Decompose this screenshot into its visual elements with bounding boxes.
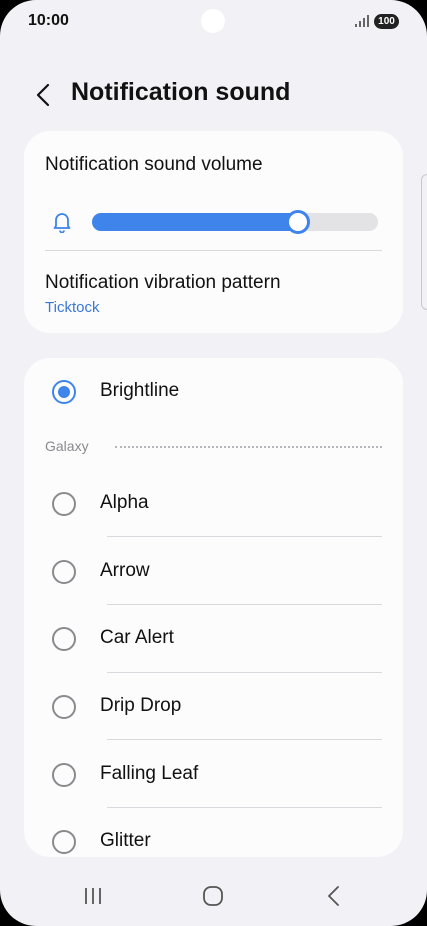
sound-item-arrow[interactable]: Arrow	[24, 538, 403, 604]
status-bar: 10:00 100	[0, 0, 427, 44]
back-icon	[328, 886, 339, 906]
sound-item-alpha[interactable]: Alpha	[24, 470, 403, 536]
sound-label: Alpha	[100, 492, 149, 513]
bell-icon	[53, 213, 71, 233]
section-header-galaxy: Galaxy	[45, 438, 382, 458]
radio-button[interactable]	[52, 560, 76, 584]
radio-button[interactable]	[52, 627, 76, 651]
radio-button[interactable]	[52, 492, 76, 516]
recent-apps-icon	[85, 888, 101, 904]
slider-fill	[92, 213, 298, 231]
radio-button[interactable]	[52, 763, 76, 787]
radio-button[interactable]	[52, 830, 76, 854]
slider-thumb[interactable]	[285, 210, 310, 234]
status-time: 10:00	[28, 12, 69, 29]
sound-label: Brightline	[100, 380, 180, 401]
recent-apps-button[interactable]	[73, 880, 113, 912]
vibration-pattern-row[interactable]: Notification vibration pattern Ticktock	[24, 259, 403, 325]
sound-item-drip-drop[interactable]: Drip Drop	[24, 673, 403, 739]
radio-selected[interactable]	[52, 380, 76, 404]
home-icon	[203, 886, 223, 906]
divider	[107, 739, 382, 740]
back-button[interactable]	[30, 80, 56, 110]
signal-icon	[355, 15, 369, 27]
volume-slider[interactable]	[92, 210, 378, 234]
divider	[45, 250, 382, 251]
sound-list-card: Brightline Galaxy Alpha Arrow Car Alert …	[24, 358, 403, 857]
divider	[107, 536, 382, 537]
sound-label: Glitter	[100, 830, 151, 851]
sound-label: Drip Drop	[100, 695, 182, 716]
phone-screen: 10:00 100 Notification sound Notificatio…	[0, 0, 427, 926]
header: Notification sound	[0, 72, 427, 118]
vibration-pattern-label: Notification vibration pattern	[45, 272, 281, 293]
vibration-pattern-value: Ticktock	[45, 299, 100, 316]
chevron-left-icon	[36, 83, 50, 107]
sound-label: Falling Leaf	[100, 763, 199, 784]
dotted-divider	[115, 446, 382, 448]
nav-back-button[interactable]	[313, 880, 353, 912]
sound-label: Arrow	[100, 560, 150, 581]
volume-label: Notification sound volume	[45, 154, 263, 175]
battery-icon: 100	[374, 14, 399, 29]
sound-item-brightline[interactable]: Brightline	[24, 358, 403, 424]
sound-item-falling-leaf[interactable]: Falling Leaf	[24, 741, 403, 807]
navigation-bar	[0, 866, 427, 926]
page-title: Notification sound	[71, 78, 291, 106]
home-button[interactable]	[193, 880, 233, 912]
section-title: Galaxy	[45, 438, 89, 454]
sound-item-car-alert[interactable]: Car Alert	[24, 605, 403, 671]
volume-card: Notification sound volume Notification v…	[24, 131, 403, 333]
scrollbar[interactable]	[421, 174, 427, 310]
camera-cutout	[201, 9, 225, 33]
sound-label: Car Alert	[100, 627, 174, 648]
sound-item-glitter[interactable]: Glitter	[24, 808, 403, 857]
radio-button[interactable]	[52, 695, 76, 719]
